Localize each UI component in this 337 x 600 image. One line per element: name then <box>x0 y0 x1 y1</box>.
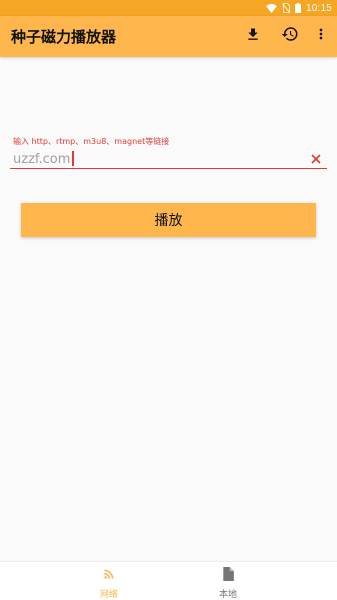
history-icon <box>281 25 299 47</box>
nav-label-network: 网络 <box>99 590 118 600</box>
download-icon <box>245 26 261 47</box>
bottom-navigation: 网络 本地 <box>0 561 337 600</box>
nav-item-local[interactable]: 本地 <box>198 566 258 600</box>
text-cursor <box>72 151 74 166</box>
app-bar: 种子磁力播放器 <box>0 16 337 57</box>
history-button[interactable] <box>279 25 301 47</box>
file-icon <box>222 566 234 585</box>
status-bar: 10:15 <box>0 0 337 16</box>
more-vert-icon <box>318 26 324 46</box>
status-time: 10:15 <box>305 2 332 14</box>
app-title: 种子磁力播放器 <box>11 28 117 46</box>
wifi-icon <box>266 3 277 13</box>
url-input[interactable] <box>13 150 283 168</box>
close-icon <box>311 149 321 168</box>
clear-input-button[interactable] <box>309 151 323 165</box>
play-button[interactable]: 播放 <box>21 203 316 237</box>
nav-label-local: 本地 <box>218 590 237 600</box>
input-hint-label: 输入 http、rtmp、m3u8、magnet等链接 <box>13 137 170 146</box>
no-sim-icon <box>282 3 290 13</box>
nav-item-network[interactable]: 网络 <box>79 566 139 600</box>
url-field[interactable] <box>10 147 327 169</box>
more-options-button[interactable] <box>310 25 332 47</box>
download-button[interactable] <box>242 25 264 47</box>
rss-feed-icon <box>102 566 116 585</box>
battery-icon <box>294 3 301 13</box>
